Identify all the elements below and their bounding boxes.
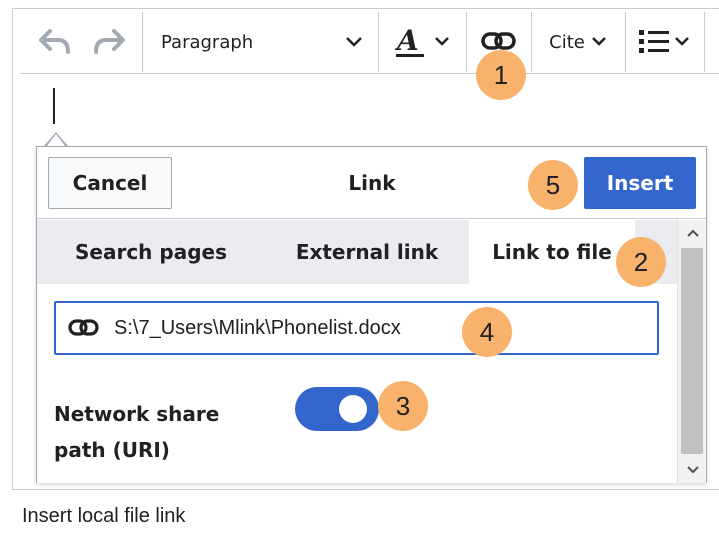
link-dialog: Cancel Link Insert Search pages External… xyxy=(36,146,707,483)
link-icon xyxy=(68,318,100,338)
tab-external-link[interactable]: External link xyxy=(265,220,469,284)
callout-5: 5 xyxy=(528,160,578,210)
network-share-toggle[interactable] xyxy=(295,387,379,431)
text-style-dropdown[interactable]: A xyxy=(379,12,465,72)
link-to-file-panel: S:\7_Users\Mlink\Phonelist.docx Network … xyxy=(37,284,677,483)
figure-caption: Insert local file link xyxy=(22,505,186,527)
chevron-down-icon xyxy=(435,37,449,46)
insert-button[interactable]: Insert xyxy=(584,157,696,209)
chevron-up-icon xyxy=(686,229,699,237)
editor-toolbar: Paragraph A Cite xyxy=(20,12,719,74)
tab-link-to-file[interactable]: Link to file xyxy=(469,220,635,284)
tab-search-pages[interactable]: Search pages xyxy=(37,220,265,284)
network-share-toggle-label: Network share path (URI) xyxy=(54,402,220,462)
cite-dropdown[interactable]: Cite xyxy=(532,12,624,72)
cite-label: Cite xyxy=(549,31,585,53)
scroll-up-button[interactable] xyxy=(678,220,707,246)
scroll-down-button[interactable] xyxy=(678,457,707,483)
chevron-down-icon xyxy=(686,466,699,474)
chevron-down-icon xyxy=(675,37,689,46)
dialog-header: Cancel Link Insert xyxy=(37,147,706,219)
paragraph-format-dropdown[interactable]: Paragraph xyxy=(143,12,377,72)
text-style-A-icon: A xyxy=(394,25,424,57)
list-icon xyxy=(639,30,669,53)
dialog-scrollbar[interactable] xyxy=(677,220,706,483)
callout-3: 3 xyxy=(378,381,428,431)
dialog-title: Link xyxy=(348,171,396,195)
toggle-knob xyxy=(339,395,367,423)
scroll-thumb[interactable] xyxy=(681,248,703,454)
redo-button[interactable] xyxy=(84,12,134,72)
toolbar-separator xyxy=(704,12,705,72)
file-path-value: S:\7_Users\Mlink\Phonelist.docx xyxy=(114,316,401,339)
undo-button[interactable] xyxy=(30,12,80,72)
paragraph-format-label: Paragraph xyxy=(161,31,254,53)
callout-4: 4 xyxy=(462,307,512,357)
svg-text:A: A xyxy=(394,25,419,57)
link-type-tabs: Search pages External link Link to file xyxy=(37,220,677,284)
callout-1: 1 xyxy=(476,50,526,100)
list-dropdown[interactable] xyxy=(626,12,702,72)
cancel-button[interactable]: Cancel xyxy=(48,157,172,209)
callout-2: 2 xyxy=(616,237,666,287)
chevron-down-icon xyxy=(346,37,362,47)
redo-icon xyxy=(94,29,125,54)
undo-icon xyxy=(39,29,70,54)
chevron-down-icon xyxy=(591,37,606,46)
text-cursor xyxy=(53,88,55,124)
file-path-input[interactable]: S:\7_Users\Mlink\Phonelist.docx xyxy=(54,301,659,355)
